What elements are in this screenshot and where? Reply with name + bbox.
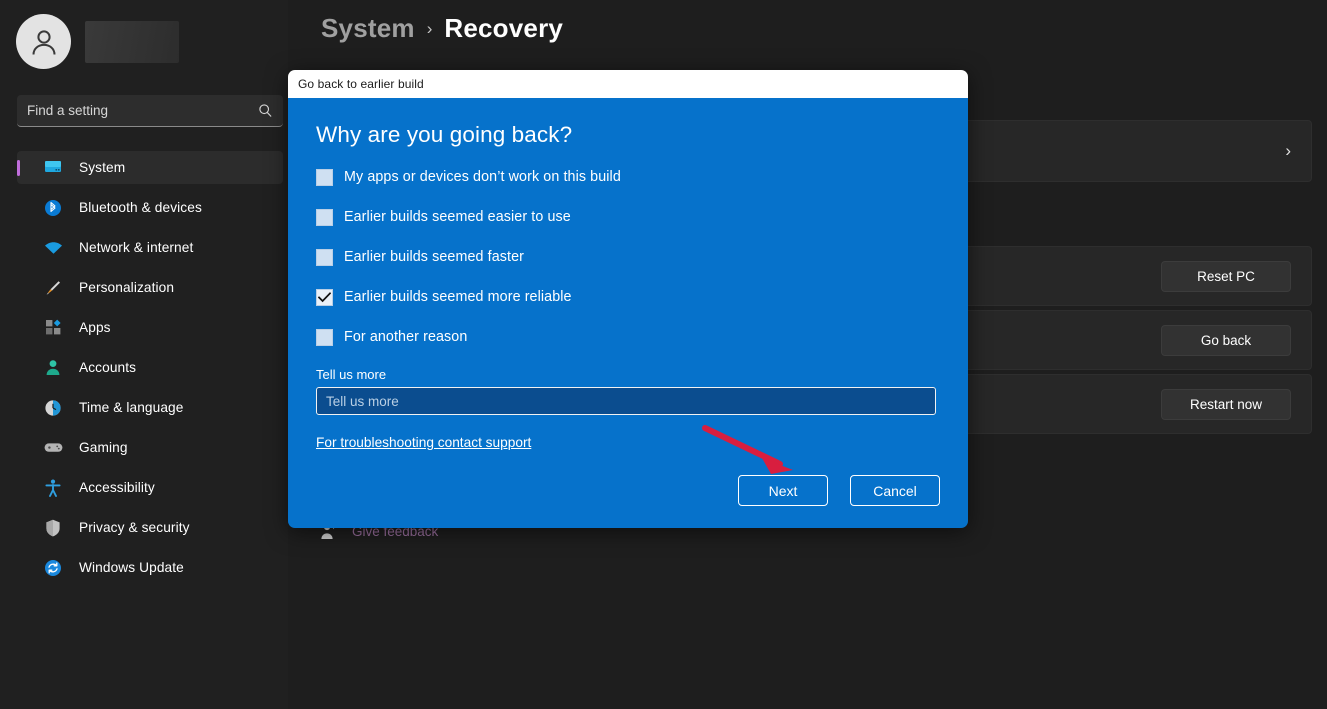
option-label: For another reason bbox=[344, 329, 468, 345]
profile-name-redacted bbox=[85, 20, 179, 63]
sidebar-item-label: Accessibility bbox=[79, 480, 155, 495]
sidebar-item-label: Personalization bbox=[79, 280, 175, 295]
option-label: My apps or devices don’t work on this bu… bbox=[344, 169, 621, 185]
dialog-body: Why are you going back? My apps or devic… bbox=[288, 98, 968, 528]
dialog-button-group: Next Cancel bbox=[738, 475, 940, 506]
go-back-button[interactable]: Go back bbox=[1161, 324, 1291, 356]
go-back-dialog: Go back to earlier build Why are you goi… bbox=[288, 70, 968, 528]
checkbox-unchecked-icon[interactable] bbox=[316, 208, 333, 226]
sidebar-item-personalization[interactable]: Personalization bbox=[17, 271, 283, 304]
sidebar-item-windows-update[interactable]: Windows Update bbox=[17, 551, 283, 584]
avatar bbox=[16, 14, 71, 69]
dialog-title: Go back to earlier build bbox=[298, 77, 424, 91]
chevron-right-icon: › bbox=[1285, 141, 1291, 160]
search-icon bbox=[258, 103, 273, 118]
dialog-heading: Why are you going back? bbox=[316, 122, 573, 147]
profile-section[interactable] bbox=[16, 14, 179, 69]
bluetooth-icon bbox=[43, 199, 63, 217]
sidebar-item-time-language[interactable]: Time & language bbox=[17, 391, 283, 424]
sidebar-item-gaming[interactable]: Gaming bbox=[17, 431, 283, 464]
option-row-seemed-faster[interactable]: Earlier builds seemed faster bbox=[316, 247, 940, 267]
breadcrumb-parent[interactable]: System bbox=[321, 13, 415, 44]
sidebar-item-accounts[interactable]: Accounts bbox=[17, 351, 283, 384]
tell-us-more-label: Tell us more bbox=[316, 367, 387, 382]
option-row-another-reason[interactable]: For another reason bbox=[316, 327, 940, 347]
sidebar-item-label: Gaming bbox=[79, 440, 128, 455]
dialog-titlebar: Go back to earlier build bbox=[288, 70, 968, 98]
chevron-right-icon: › bbox=[426, 18, 433, 38]
update-refresh-icon bbox=[43, 559, 63, 577]
contact-support-link[interactable]: For troubleshooting contact support bbox=[316, 435, 531, 450]
checkbox-unchecked-icon[interactable] bbox=[316, 248, 333, 266]
sidebar-item-label: Network & internet bbox=[79, 240, 194, 255]
paintbrush-icon bbox=[43, 279, 63, 297]
wifi-icon bbox=[43, 239, 63, 257]
page-title: Recovery bbox=[444, 13, 564, 43]
breadcrumb: System › Recovery bbox=[321, 13, 563, 44]
option-label: Earlier builds seemed faster bbox=[344, 249, 525, 265]
monitor-icon bbox=[43, 159, 63, 177]
sidebar-item-system[interactable]: System bbox=[17, 151, 283, 184]
option-row-easier-to-use[interactable]: Earlier builds seemed easier to use bbox=[316, 207, 940, 227]
shield-icon bbox=[43, 519, 63, 537]
sidebar-item-label: Accounts bbox=[79, 360, 137, 375]
sidebar-item-label: Privacy & security bbox=[79, 520, 190, 535]
restart-now-button[interactable]: Restart now bbox=[1161, 388, 1291, 420]
tell-us-more-input[interactable] bbox=[316, 387, 936, 415]
checkbox-checked-icon[interactable] bbox=[316, 288, 333, 306]
sidebar-item-label: Apps bbox=[79, 320, 111, 335]
search-box[interactable] bbox=[17, 95, 283, 127]
apps-grid-icon bbox=[43, 319, 63, 337]
sidebar-item-label: Windows Update bbox=[79, 560, 184, 575]
settings-window: System Bluetooth & devices Network bbox=[0, 0, 1327, 709]
reset-pc-button[interactable]: Reset PC bbox=[1161, 260, 1291, 292]
option-row-apps-devices[interactable]: My apps or devices don’t work on this bu… bbox=[316, 167, 940, 187]
sidebar-item-label: Time & language bbox=[79, 400, 184, 415]
clock-icon bbox=[43, 399, 63, 417]
checkbox-unchecked-icon[interactable] bbox=[316, 168, 333, 186]
person-icon bbox=[43, 359, 63, 377]
gamepad-icon bbox=[43, 439, 63, 457]
sidebar-item-network-internet[interactable]: Network & internet bbox=[17, 231, 283, 264]
cancel-button[interactable]: Cancel bbox=[850, 475, 940, 506]
sidebar-item-bluetooth-devices[interactable]: Bluetooth & devices bbox=[17, 191, 283, 224]
option-label: Earlier builds seemed more reliable bbox=[344, 289, 572, 305]
next-button[interactable]: Next bbox=[738, 475, 828, 506]
sidebar-item-label: Bluetooth & devices bbox=[79, 200, 202, 215]
checkbox-unchecked-icon[interactable] bbox=[316, 328, 333, 346]
sidebar-item-privacy-security[interactable]: Privacy & security bbox=[17, 511, 283, 544]
user-avatar-icon bbox=[32, 29, 55, 55]
search-input[interactable] bbox=[27, 103, 252, 118]
option-label: Earlier builds seemed easier to use bbox=[344, 209, 571, 225]
option-row-more-reliable[interactable]: Earlier builds seemed more reliable bbox=[316, 287, 940, 307]
sidebar: System Bluetooth & devices Network bbox=[0, 0, 288, 709]
sidebar-nav: System Bluetooth & devices Network & int… bbox=[17, 151, 283, 591]
sidebar-item-apps[interactable]: Apps bbox=[17, 311, 283, 344]
accessibility-icon bbox=[43, 479, 63, 497]
sidebar-item-label: System bbox=[79, 160, 126, 175]
sidebar-item-accessibility[interactable]: Accessibility bbox=[17, 471, 283, 504]
